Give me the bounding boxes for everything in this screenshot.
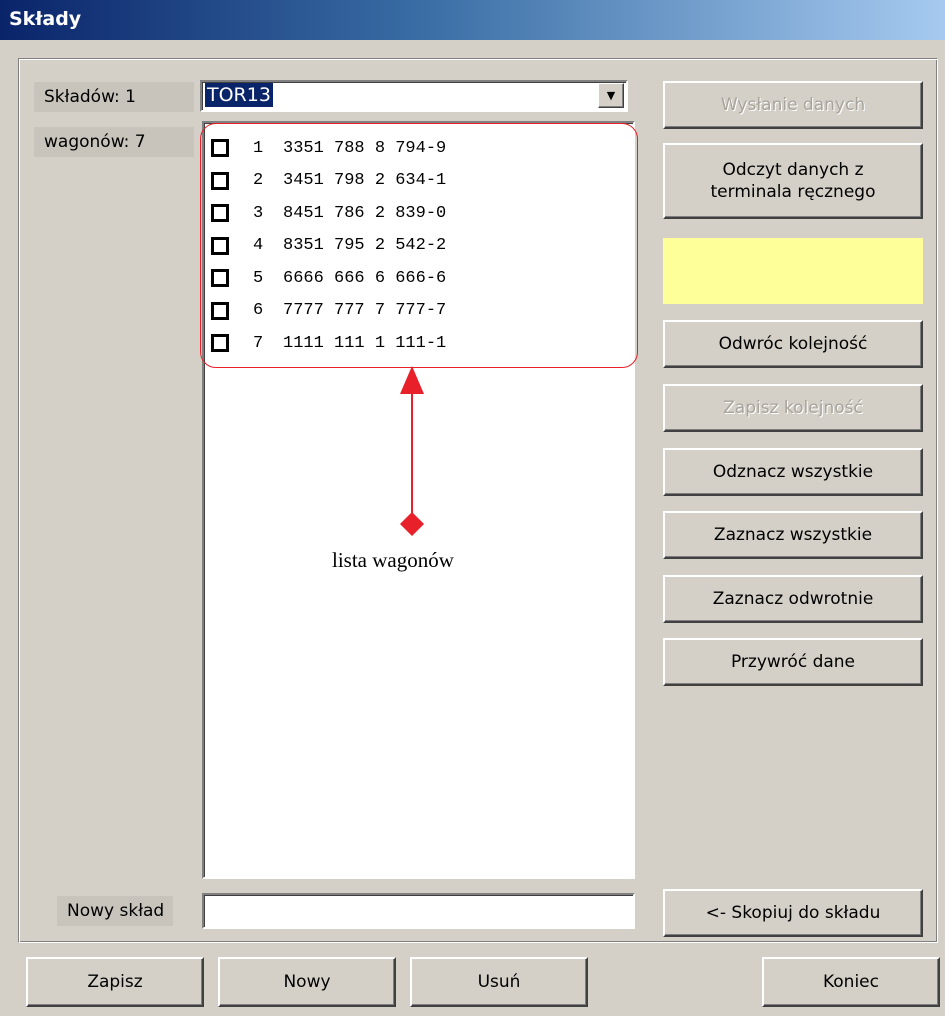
odwroc-label: Odwróc kolejność	[718, 334, 868, 354]
usun-button[interactable]: Usuń	[410, 957, 588, 1007]
window-title: Składy	[9, 8, 82, 30]
skopiuj-do-skladu-button[interactable]: <- Skopiuj do składu	[663, 889, 923, 937]
status-panel	[663, 238, 923, 304]
zaznacz-label: Zaznacz wszystkie	[713, 525, 873, 545]
window-title-bar: Składy	[0, 0, 945, 40]
combobox-dropdown-button[interactable]: ▼	[598, 83, 624, 108]
zaznacz-wszystkie-button[interactable]: Zaznacz wszystkie	[663, 511, 923, 559]
zaznacz-odwrotnie-button[interactable]: Zaznacz odwrotnie	[663, 575, 923, 623]
chevron-down-icon: ▼	[606, 89, 616, 102]
odczyt-label-line1: Odczyt danych z	[722, 160, 864, 180]
nowy-sklad-label: Nowy skład	[57, 896, 173, 926]
nowy-label: Nowy	[283, 972, 331, 992]
skopiuj-label: <- Skopiuj do składu	[705, 903, 881, 923]
arrow-diamond	[400, 512, 424, 536]
koniec-button[interactable]: Koniec	[762, 957, 940, 1007]
arrow-head	[400, 366, 424, 394]
nowy-sklad-input[interactable]	[202, 893, 635, 929]
zapisz-label: Zapisz	[87, 972, 143, 992]
przywroc-label: Przywróć dane	[730, 652, 856, 672]
annotation-arrow	[400, 366, 424, 536]
odczyt-danych-button[interactable]: Odczyt danych z terminala ręcznego	[663, 143, 923, 219]
zapisz-button[interactable]: Zapisz	[26, 957, 204, 1007]
przywroc-dane-button[interactable]: Przywróć dane	[663, 638, 923, 686]
usun-label: Usuń	[477, 972, 521, 992]
wagony-count-label: wagonów: 7	[34, 127, 194, 157]
wyslanie-danych-label: Wysłanie danych	[720, 95, 866, 115]
annotation-highlight	[200, 123, 638, 368]
annotation-label: lista wagonów	[332, 548, 454, 572]
zaznacz-odwrotnie-label: Zaznacz odwrotnie	[712, 589, 874, 609]
koniec-label: Koniec	[822, 972, 879, 992]
odznacz-label: Odznacz wszystkie	[712, 462, 874, 482]
wyslanie-danych-button[interactable]: Wysłanie danych	[663, 81, 923, 129]
sklady-count-label: Składów: 1	[34, 82, 194, 112]
nowy-button[interactable]: Nowy	[218, 957, 396, 1007]
odznacz-wszystkie-button[interactable]: Odznacz wszystkie	[663, 448, 923, 496]
zapisz-kolejnosc-button[interactable]: Zapisz kolejność	[663, 384, 923, 432]
zapisz-kolejnosc-label: Zapisz kolejność	[723, 398, 863, 418]
odwroc-kolejnosc-button[interactable]: Odwróc kolejność	[663, 320, 923, 368]
odczyt-label-line2: terminala ręcznego	[710, 182, 876, 202]
sklad-combobox-value: TOR13	[205, 83, 273, 107]
